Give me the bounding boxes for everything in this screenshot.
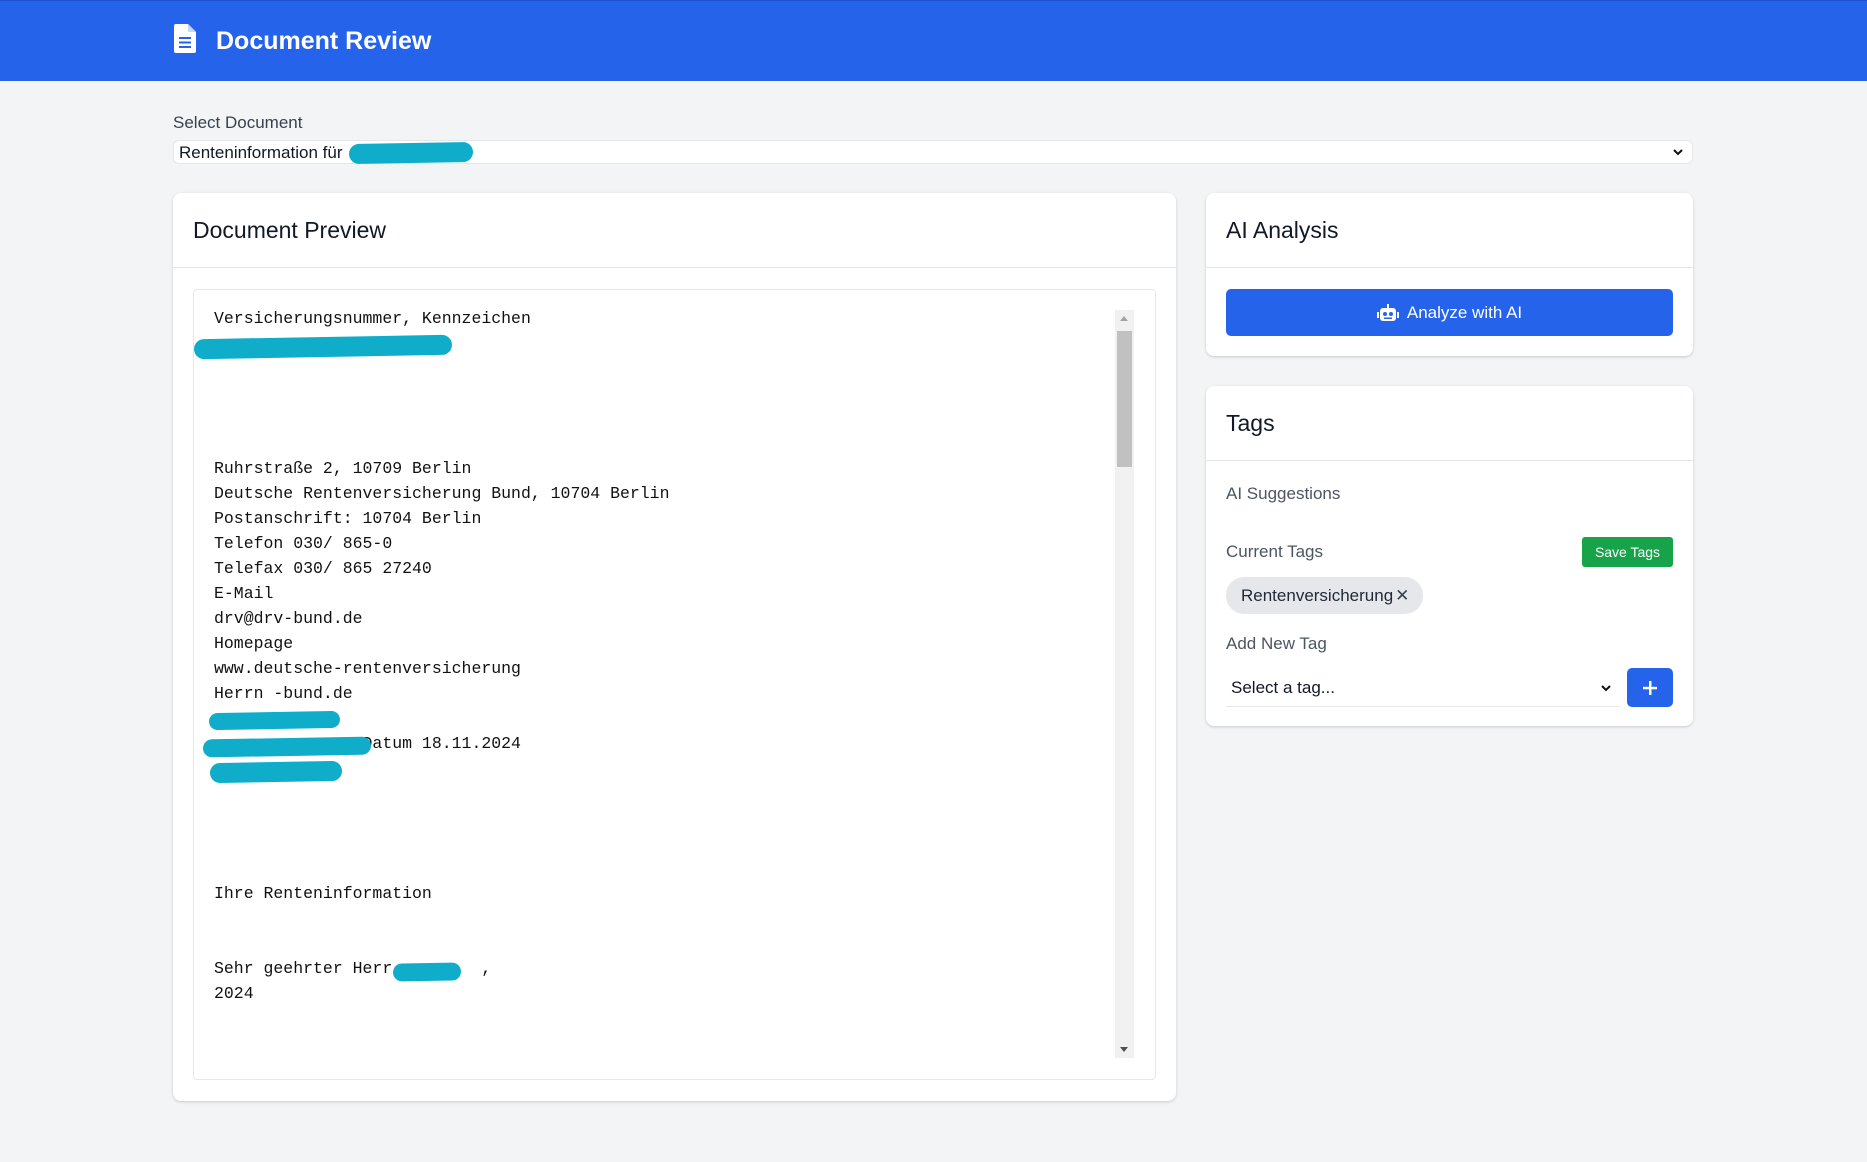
document-text: Versicherungsnummer, Kennzeichen Ruhrstr…: [214, 309, 670, 1003]
redaction-mark: [202, 736, 372, 758]
document-select-value: Renteninformation für: [179, 143, 343, 162]
save-tags-button[interactable]: Save Tags: [1582, 537, 1673, 567]
tags-title: Tags: [1226, 410, 1275, 436]
tag-chip-label: Rentenversicherung: [1241, 585, 1394, 605]
tag-select-value: Select a tag...: [1231, 678, 1335, 697]
remove-tag-icon[interactable]: ✕: [1395, 587, 1409, 604]
analyze-button-label: Analyze with AI: [1406, 302, 1523, 322]
tag-select[interactable]: Select a tag...: [1226, 668, 1620, 707]
robot-icon: [1376, 303, 1399, 321]
add-new-tag-label: Add New Tag: [1226, 634, 1327, 653]
analyze-with-ai-button[interactable]: Analyze with AI: [1226, 289, 1673, 336]
card-header: AI Analysis: [1206, 193, 1693, 268]
document-preview-box[interactable]: Versicherungsnummer, Kennzeichen Ruhrstr…: [193, 289, 1156, 1080]
app-header: Document Review: [0, 0, 1867, 81]
document-icon: [174, 24, 196, 53]
redaction-mark: [208, 710, 341, 731]
scroll-up-arrow-icon[interactable]: [1120, 316, 1128, 321]
tag-chip: Rentenversicherung ✕: [1226, 577, 1424, 614]
ai-analysis-title: AI Analysis: [1226, 217, 1339, 243]
scrollbar-thumb[interactable]: [1117, 331, 1132, 467]
redaction-mark: [209, 760, 343, 784]
plus-icon: [1643, 681, 1657, 695]
document-preview-title: Document Preview: [193, 217, 387, 243]
tags-card: Tags AI Suggestions Current Tags Save Ta…: [1206, 386, 1693, 726]
card-header: Tags: [1206, 386, 1693, 461]
redaction-mark: [348, 141, 474, 165]
chevron-down-icon: [1601, 685, 1611, 692]
current-tags-label: Current Tags: [1226, 542, 1324, 561]
add-tag-button[interactable]: [1627, 668, 1673, 707]
preview-scrollbar[interactable]: [1115, 310, 1134, 1058]
select-document-label: Select Document: [173, 113, 303, 132]
document-preview-card: Document Preview Versicherungsnummer, Ke…: [173, 193, 1176, 1101]
ai-analysis-card: AI Analysis Analyze with AI: [1206, 193, 1693, 356]
chevron-down-icon: [1673, 149, 1683, 156]
redaction-mark: [392, 962, 462, 982]
scroll-down-arrow-icon[interactable]: [1120, 1047, 1128, 1052]
ai-suggestions-label: AI Suggestions: [1226, 484, 1341, 503]
card-header: Document Preview: [173, 193, 1176, 268]
page-title: Document Review: [216, 27, 432, 55]
